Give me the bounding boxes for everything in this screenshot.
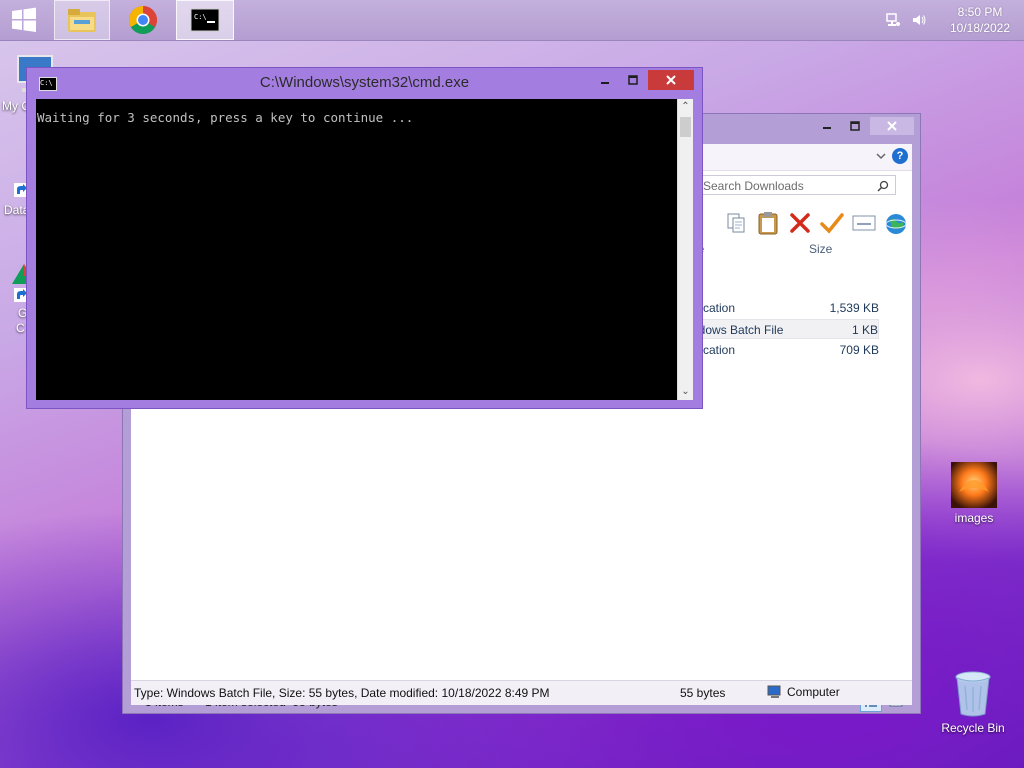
- taskbar-file-explorer[interactable]: [54, 0, 110, 40]
- delete-button[interactable]: [788, 211, 812, 235]
- taskbar-chrome[interactable]: [114, 0, 172, 40]
- taskbar: C:\ 8:50 PM 10/18/2022: [0, 0, 1024, 41]
- recycle-bin-icon: [955, 671, 991, 717]
- clock-time: 8:50 PM: [957, 5, 1003, 19]
- scroll-up-arrow-icon[interactable]: ⌃: [678, 101, 693, 113]
- explorer-toolbar: [724, 208, 908, 238]
- minimize-icon: [823, 127, 831, 129]
- desktop-icon-recycle-bin[interactable]: Recycle Bin: [938, 670, 1008, 735]
- details-size: 55 bytes: [680, 686, 726, 700]
- search-icon: [877, 180, 889, 192]
- cmd-minimize-button[interactable]: [592, 70, 618, 90]
- svg-text:C:\: C:\: [194, 13, 207, 21]
- desktop-icon-images[interactable]: images: [939, 462, 1009, 525]
- search-placeholder: Search Downloads: [703, 179, 804, 193]
- desktop-icon-label: images: [954, 511, 994, 525]
- search-input[interactable]: Search Downloads: [696, 175, 896, 195]
- file-type: ndows Batch File: [692, 323, 784, 337]
- file-size: 709 KB: [839, 343, 879, 357]
- minimize-icon: [601, 82, 609, 84]
- cmd-close-button[interactable]: [648, 70, 694, 90]
- windows-logo-icon: [12, 7, 36, 32]
- clock[interactable]: 8:50 PM 10/18/2022: [936, 4, 1024, 36]
- close-icon: [666, 75, 676, 85]
- delete-x-icon: [790, 213, 810, 233]
- system-tray: 8:50 PM 10/18/2022: [884, 0, 1024, 40]
- file-size: 1,539 KB: [829, 301, 879, 315]
- file-size: 1 KB: [851, 323, 878, 337]
- console-output[interactable]: Waiting for 3 seconds, press a key to co…: [36, 99, 677, 400]
- file-row[interactable]: plication 1,539 KB: [691, 298, 879, 318]
- copy-icon: [727, 213, 745, 233]
- chrome-icon: [129, 6, 157, 34]
- details-location: Computer: [767, 685, 840, 699]
- start-button[interactable]: [0, 0, 48, 40]
- help-button[interactable]: ?: [892, 148, 908, 164]
- computer-small-icon: [767, 685, 781, 698]
- properties-check-button[interactable]: [820, 211, 844, 235]
- rename-icon: [852, 215, 876, 231]
- copy-button[interactable]: [724, 211, 748, 235]
- explorer-maximize-button[interactable]: [842, 117, 868, 135]
- rename-button[interactable]: [852, 211, 876, 235]
- maximize-icon: [850, 121, 860, 131]
- file-row-selected[interactable]: ndows Batch File 1 KB: [691, 319, 879, 339]
- location-label: Computer: [787, 685, 840, 699]
- column-header-size[interactable]: Size: [809, 238, 832, 260]
- network-globe-button[interactable]: [884, 211, 908, 235]
- checkmark-icon: [820, 213, 844, 234]
- globe-icon: [885, 214, 907, 234]
- console-scrollbar[interactable]: ⌃ ⌄: [677, 99, 693, 400]
- cmd-window[interactable]: C:\ C:\Windows\system32\cmd.exe Waiting …: [26, 67, 703, 409]
- chevron-down-icon[interactable]: [876, 153, 886, 161]
- volume-icon[interactable]: [910, 11, 928, 29]
- cmd-maximize-button[interactable]: [620, 70, 646, 90]
- scroll-thumb[interactable]: [680, 117, 691, 137]
- image-thumbnail-icon: [951, 462, 997, 508]
- paste-button[interactable]: [756, 211, 780, 235]
- file-details: Type: Windows Batch File, Size: 55 bytes…: [134, 686, 550, 700]
- cmd-icon: C:\: [190, 8, 220, 32]
- maximize-icon: [628, 75, 638, 85]
- taskbar-cmd[interactable]: C:\: [176, 0, 234, 40]
- desktop-icon-label-line2: C: [16, 321, 25, 335]
- file-row[interactable]: plication 709 KB: [691, 340, 879, 360]
- network-icon[interactable]: [884, 11, 902, 29]
- scroll-down-arrow-icon[interactable]: ⌄: [678, 386, 693, 398]
- desktop-icon-label: Recycle Bin: [941, 721, 1005, 735]
- explorer-minimize-button[interactable]: [814, 117, 840, 135]
- explorer-close-button[interactable]: [870, 117, 914, 135]
- clock-date: 10/18/2022: [949, 21, 1011, 35]
- paste-icon: [758, 212, 778, 235]
- details-status-bar: Type: Windows Batch File, Size: 55 bytes…: [131, 680, 912, 705]
- close-icon: [887, 121, 897, 131]
- file-explorer-icon: [68, 9, 96, 32]
